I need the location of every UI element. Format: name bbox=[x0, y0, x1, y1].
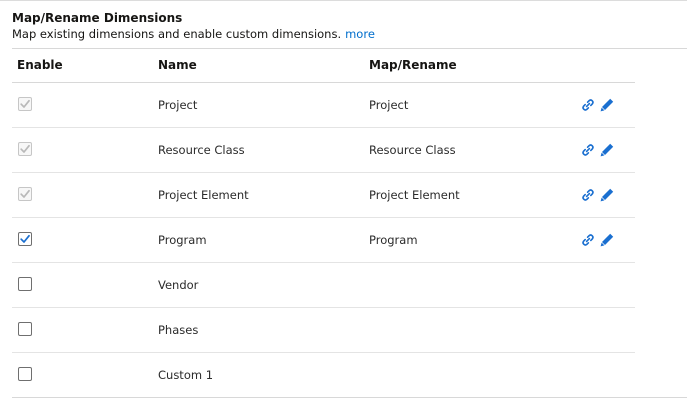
table-row: Phases bbox=[12, 308, 635, 353]
section-description-text: Map existing dimensions and enable custo… bbox=[12, 27, 342, 41]
more-link[interactable]: more bbox=[345, 27, 375, 41]
link-icon[interactable] bbox=[580, 97, 596, 113]
dimension-name: Vendor bbox=[158, 278, 199, 292]
section-description: Map existing dimensions and enable custo… bbox=[12, 26, 375, 42]
dimension-map-rename: Project bbox=[369, 98, 409, 112]
row-actions bbox=[580, 96, 615, 114]
section-title: Map/Rename Dimensions bbox=[12, 11, 183, 25]
bottom-divider bbox=[12, 397, 687, 398]
dimension-name: Project Element bbox=[158, 188, 249, 202]
enable-checkbox bbox=[18, 142, 32, 156]
dimension-map-rename: Project Element bbox=[369, 188, 460, 202]
dimensions-table: Enable Name Map/Rename Project Project Res… bbox=[12, 49, 635, 398]
table-row: Custom 1 bbox=[12, 353, 635, 398]
dimension-name: Phases bbox=[158, 323, 199, 337]
checkmark-icon bbox=[20, 189, 30, 198]
column-header-name[interactable]: Name bbox=[158, 57, 197, 73]
table-body: Project Project Resource Class Resource Cla… bbox=[12, 83, 635, 398]
link-icon[interactable] bbox=[580, 142, 596, 158]
link-icon[interactable] bbox=[580, 187, 596, 203]
pencil-icon[interactable] bbox=[599, 97, 615, 113]
enable-checkbox[interactable] bbox=[18, 322, 32, 336]
pencil-icon[interactable] bbox=[599, 232, 615, 248]
checkmark-icon bbox=[20, 99, 30, 108]
enable-checkbox bbox=[18, 97, 32, 111]
table-row: Project Element Project Element bbox=[12, 173, 635, 218]
table-row: Project Project bbox=[12, 83, 635, 128]
column-header-enable[interactable]: Enable bbox=[17, 57, 63, 73]
pencil-icon[interactable] bbox=[599, 142, 615, 158]
dimension-name: Resource Class bbox=[158, 143, 245, 157]
row-actions bbox=[580, 186, 615, 204]
dimension-name: Custom 1 bbox=[158, 368, 214, 382]
dimension-name: Program bbox=[158, 233, 207, 247]
row-actions bbox=[580, 231, 615, 249]
enable-checkbox bbox=[18, 187, 32, 201]
enable-checkbox[interactable] bbox=[18, 367, 32, 381]
checkmark-icon bbox=[20, 144, 30, 153]
checkmark-icon bbox=[20, 234, 30, 243]
link-icon[interactable] bbox=[580, 232, 596, 248]
table-row: Program Program bbox=[12, 218, 635, 263]
dimension-map-rename: Program bbox=[369, 233, 418, 247]
pencil-icon[interactable] bbox=[599, 187, 615, 203]
table-header: Enable Name Map/Rename bbox=[12, 49, 635, 83]
enable-checkbox[interactable] bbox=[18, 232, 32, 246]
table-row: Resource Class Resource Class bbox=[12, 128, 635, 173]
table-row: Vendor bbox=[12, 263, 635, 308]
column-header-map-rename[interactable]: Map/Rename bbox=[369, 57, 457, 73]
enable-checkbox[interactable] bbox=[18, 277, 32, 291]
section-header: Map/Rename Dimensions Map existing dimen… bbox=[12, 10, 375, 42]
dimension-name: Project bbox=[158, 98, 198, 112]
row-actions bbox=[580, 141, 615, 159]
top-divider bbox=[0, 0, 687, 1]
dimension-map-rename: Resource Class bbox=[369, 143, 456, 157]
